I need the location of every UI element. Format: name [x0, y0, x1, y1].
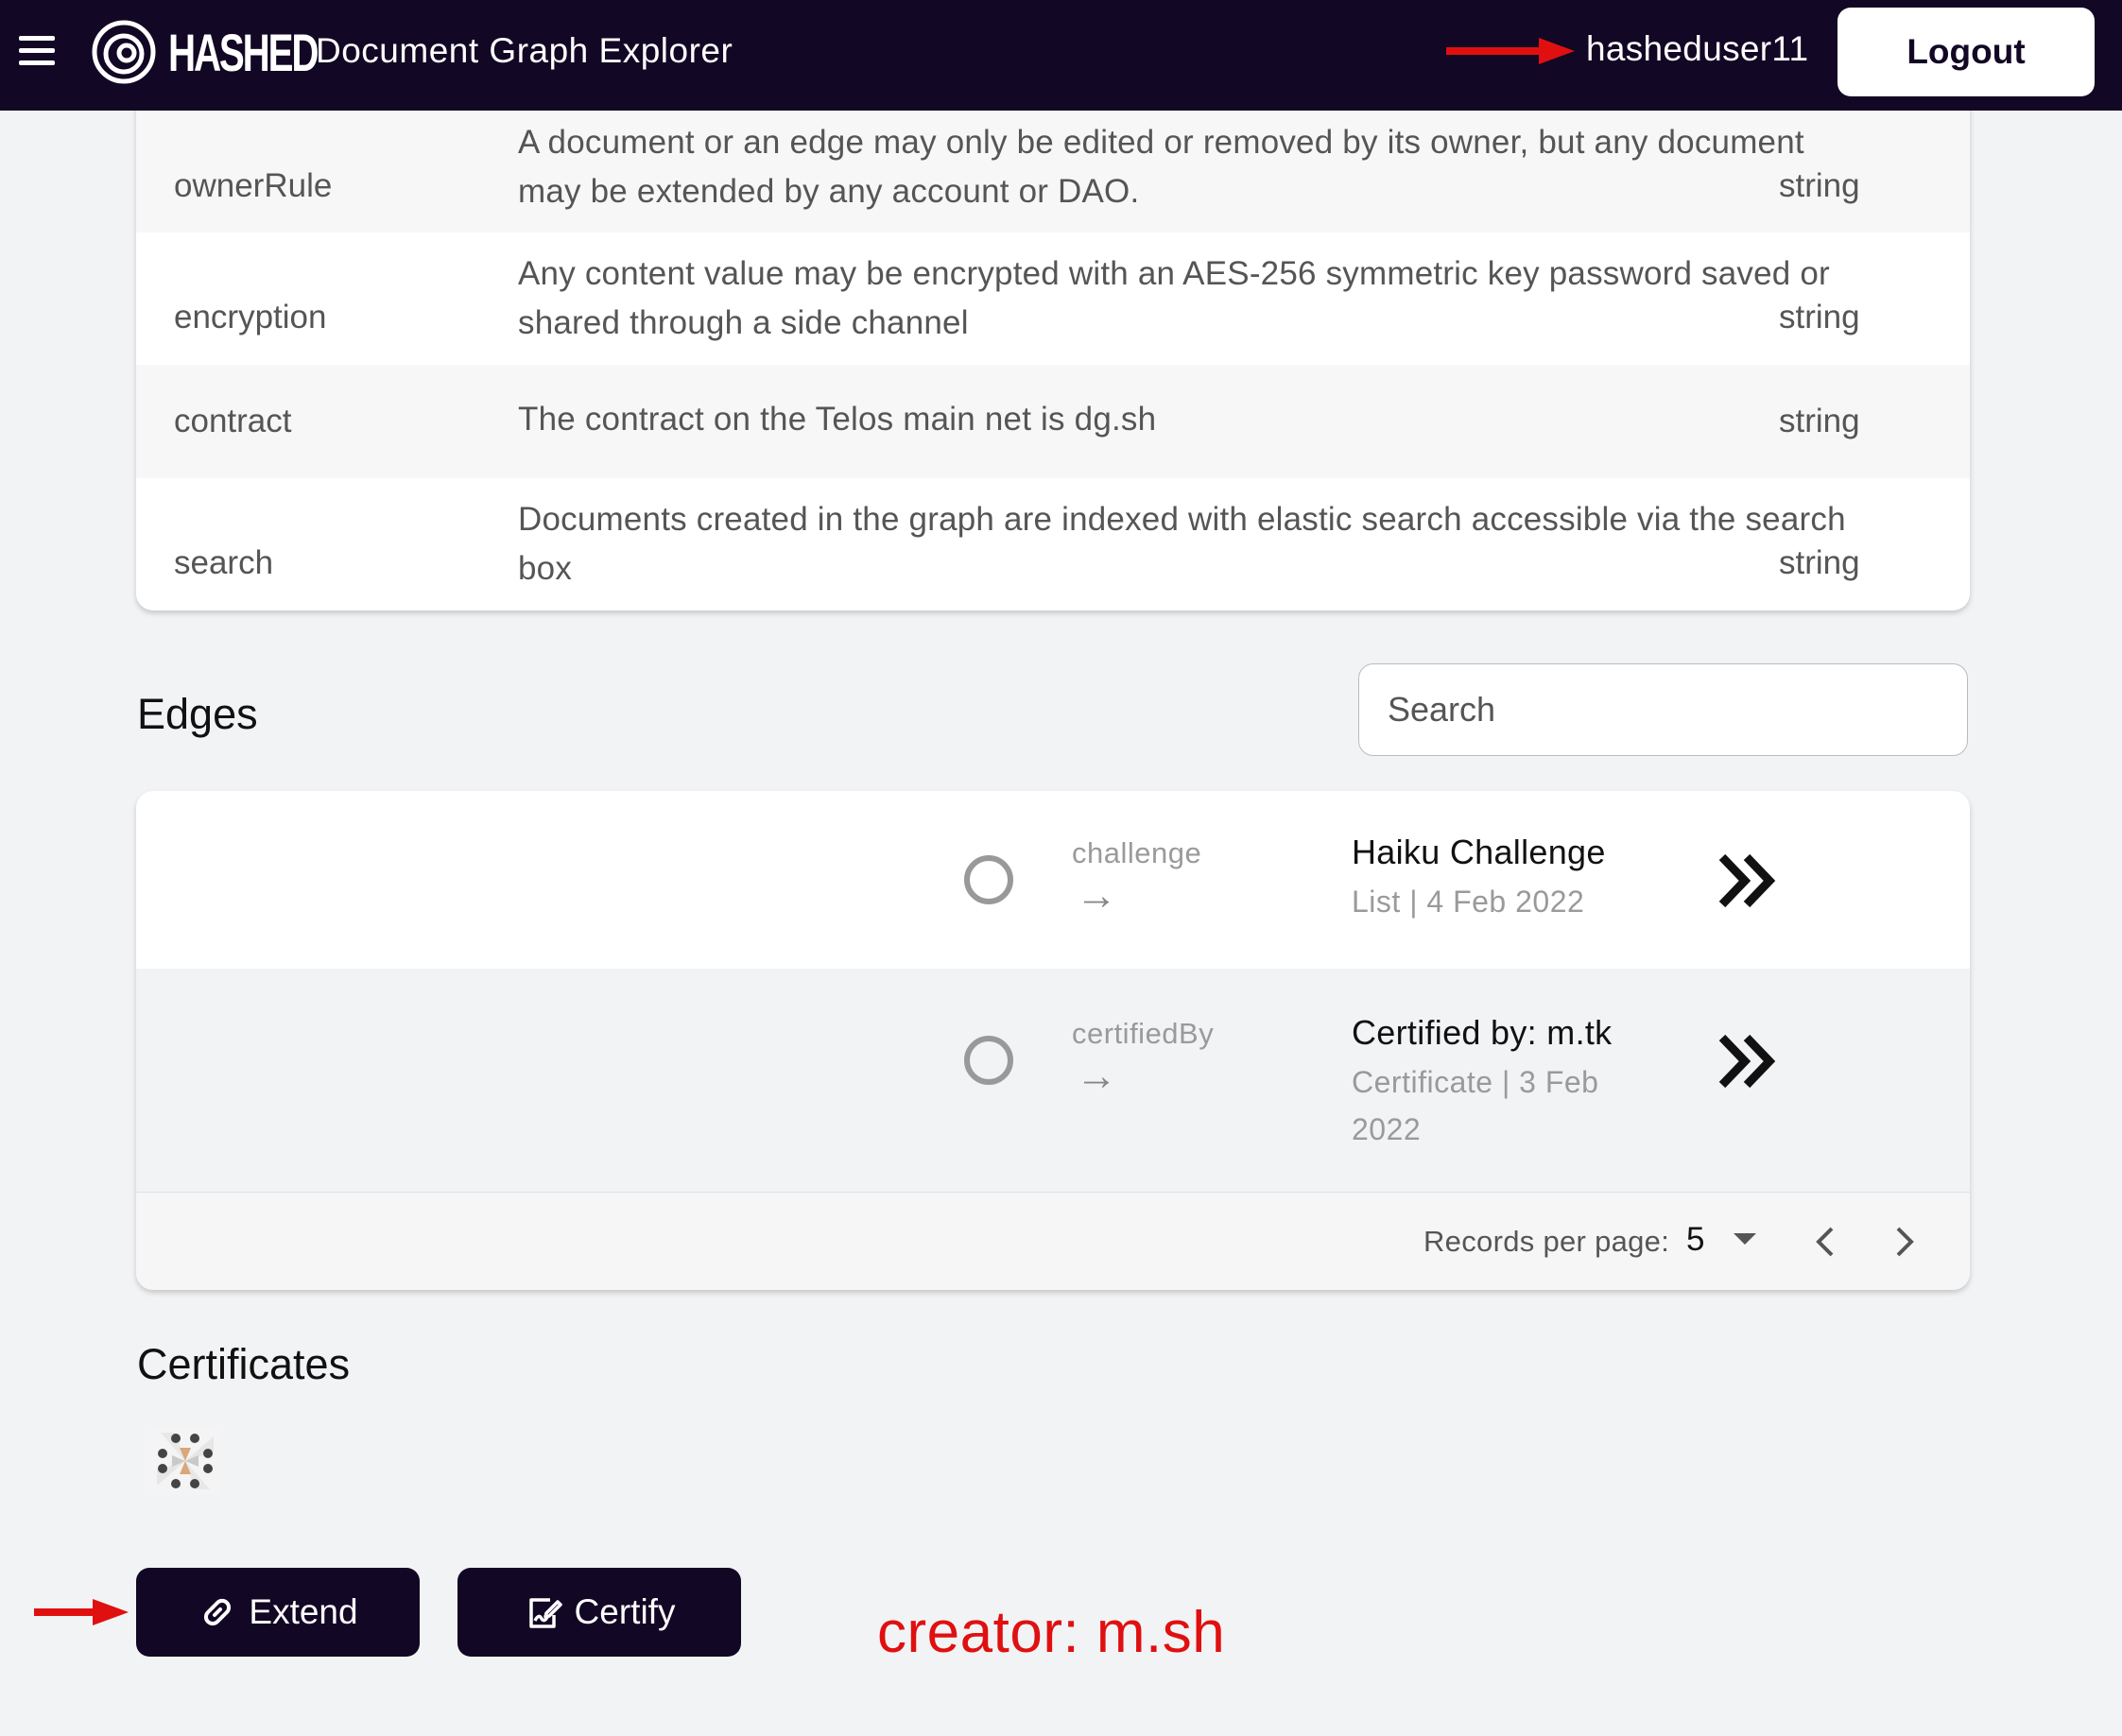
- records-per-page-label: Records per page:: [1423, 1225, 1670, 1258]
- table-row: contract The contract on the Telos main …: [136, 365, 1970, 478]
- chevron-right-icon[interactable]: [1881, 1215, 1928, 1268]
- menu-icon[interactable]: [19, 36, 55, 66]
- property-type: string: [1779, 299, 1860, 335]
- property-name: search: [174, 544, 274, 581]
- property-type: string: [1779, 544, 1860, 581]
- signature-icon: [528, 1598, 562, 1628]
- edge-target-meta: Certificate | 3 Feb 2022: [1352, 1065, 1599, 1146]
- chevron-left-icon[interactable]: [1802, 1215, 1849, 1268]
- property-name: ownerRule: [174, 167, 333, 204]
- property-description: The contract on the Telos main net is dg…: [518, 401, 1157, 438]
- property-name: encryption: [174, 299, 327, 335]
- double-chevron-right-icon[interactable]: [1705, 838, 1790, 923]
- certificates-heading: Certificates: [137, 1340, 351, 1388]
- pagination-bar: Records per page: 5: [136, 1192, 1970, 1290]
- annotation-arrow-icon: [1446, 38, 1575, 64]
- table-row[interactable]: challenge → Haiku Challenge List | 4 Feb…: [136, 791, 1970, 969]
- document-properties-table: ownerRule A document or an edge may only…: [136, 38, 1970, 610]
- caret-down-icon[interactable]: [1734, 1233, 1756, 1245]
- edges-search-input[interactable]: [1358, 663, 1968, 756]
- certify-label: Certify: [574, 1592, 676, 1631]
- edge-name: certifiedBy: [1072, 1017, 1215, 1050]
- property-name: contract: [174, 403, 292, 439]
- property-description: Documents created in the graph are index…: [518, 501, 1846, 587]
- arrow-right-icon: →: [1076, 872, 1117, 919]
- edge-target-meta: List | 4 Feb 2022: [1352, 885, 1585, 919]
- double-chevron-right-icon[interactable]: [1705, 1019, 1790, 1104]
- extend-button[interactable]: Extend: [136, 1568, 420, 1657]
- radio-circle-icon[interactable]: [964, 1036, 1013, 1085]
- table-row[interactable]: certifiedBy → Certified by: m.tk Certifi…: [136, 969, 1970, 1192]
- edge-target-title: Certified by: m.tk: [1352, 1013, 1613, 1052]
- property-type: string: [1779, 403, 1860, 439]
- username-label[interactable]: hasheduser11: [1586, 29, 1808, 69]
- top-navbar: HASHED Document Graph Explorer hasheduse…: [0, 0, 2122, 111]
- table-row: encryption Any content value may be encr…: [136, 232, 1970, 365]
- arrow-right-icon: →: [1076, 1053, 1117, 1099]
- edges-table: challenge → Haiku Challenge List | 4 Feb…: [136, 791, 1970, 1290]
- edges-heading: Edges: [137, 690, 258, 738]
- certify-button[interactable]: Certify: [457, 1568, 741, 1657]
- creator-annotation: creator: m.sh: [877, 1600, 1226, 1665]
- property-type: string: [1779, 167, 1860, 204]
- records-per-page-select[interactable]: 5: [1686, 1221, 1704, 1259]
- certificate-avatar-icon[interactable]: [151, 1427, 219, 1495]
- edge-name: challenge: [1072, 836, 1202, 869]
- app-title: Document Graph Explorer: [316, 31, 733, 70]
- brand-logo-text: HASHED: [168, 23, 319, 82]
- radio-circle-icon[interactable]: [964, 855, 1013, 904]
- annotation-arrow-icon: [34, 1599, 129, 1625]
- edge-target-title: Haiku Challenge: [1352, 833, 1606, 871]
- extend-label: Extend: [249, 1592, 358, 1631]
- link-icon: [204, 1598, 232, 1626]
- hashed-logo-icon: [92, 20, 156, 84]
- property-description: A document or an edge may only be edited…: [518, 124, 1804, 210]
- table-row: search Documents created in the graph ar…: [136, 478, 1970, 610]
- property-description: Any content value may be encrypted with …: [518, 255, 1830, 341]
- logout-button[interactable]: Logout: [1837, 8, 2095, 96]
